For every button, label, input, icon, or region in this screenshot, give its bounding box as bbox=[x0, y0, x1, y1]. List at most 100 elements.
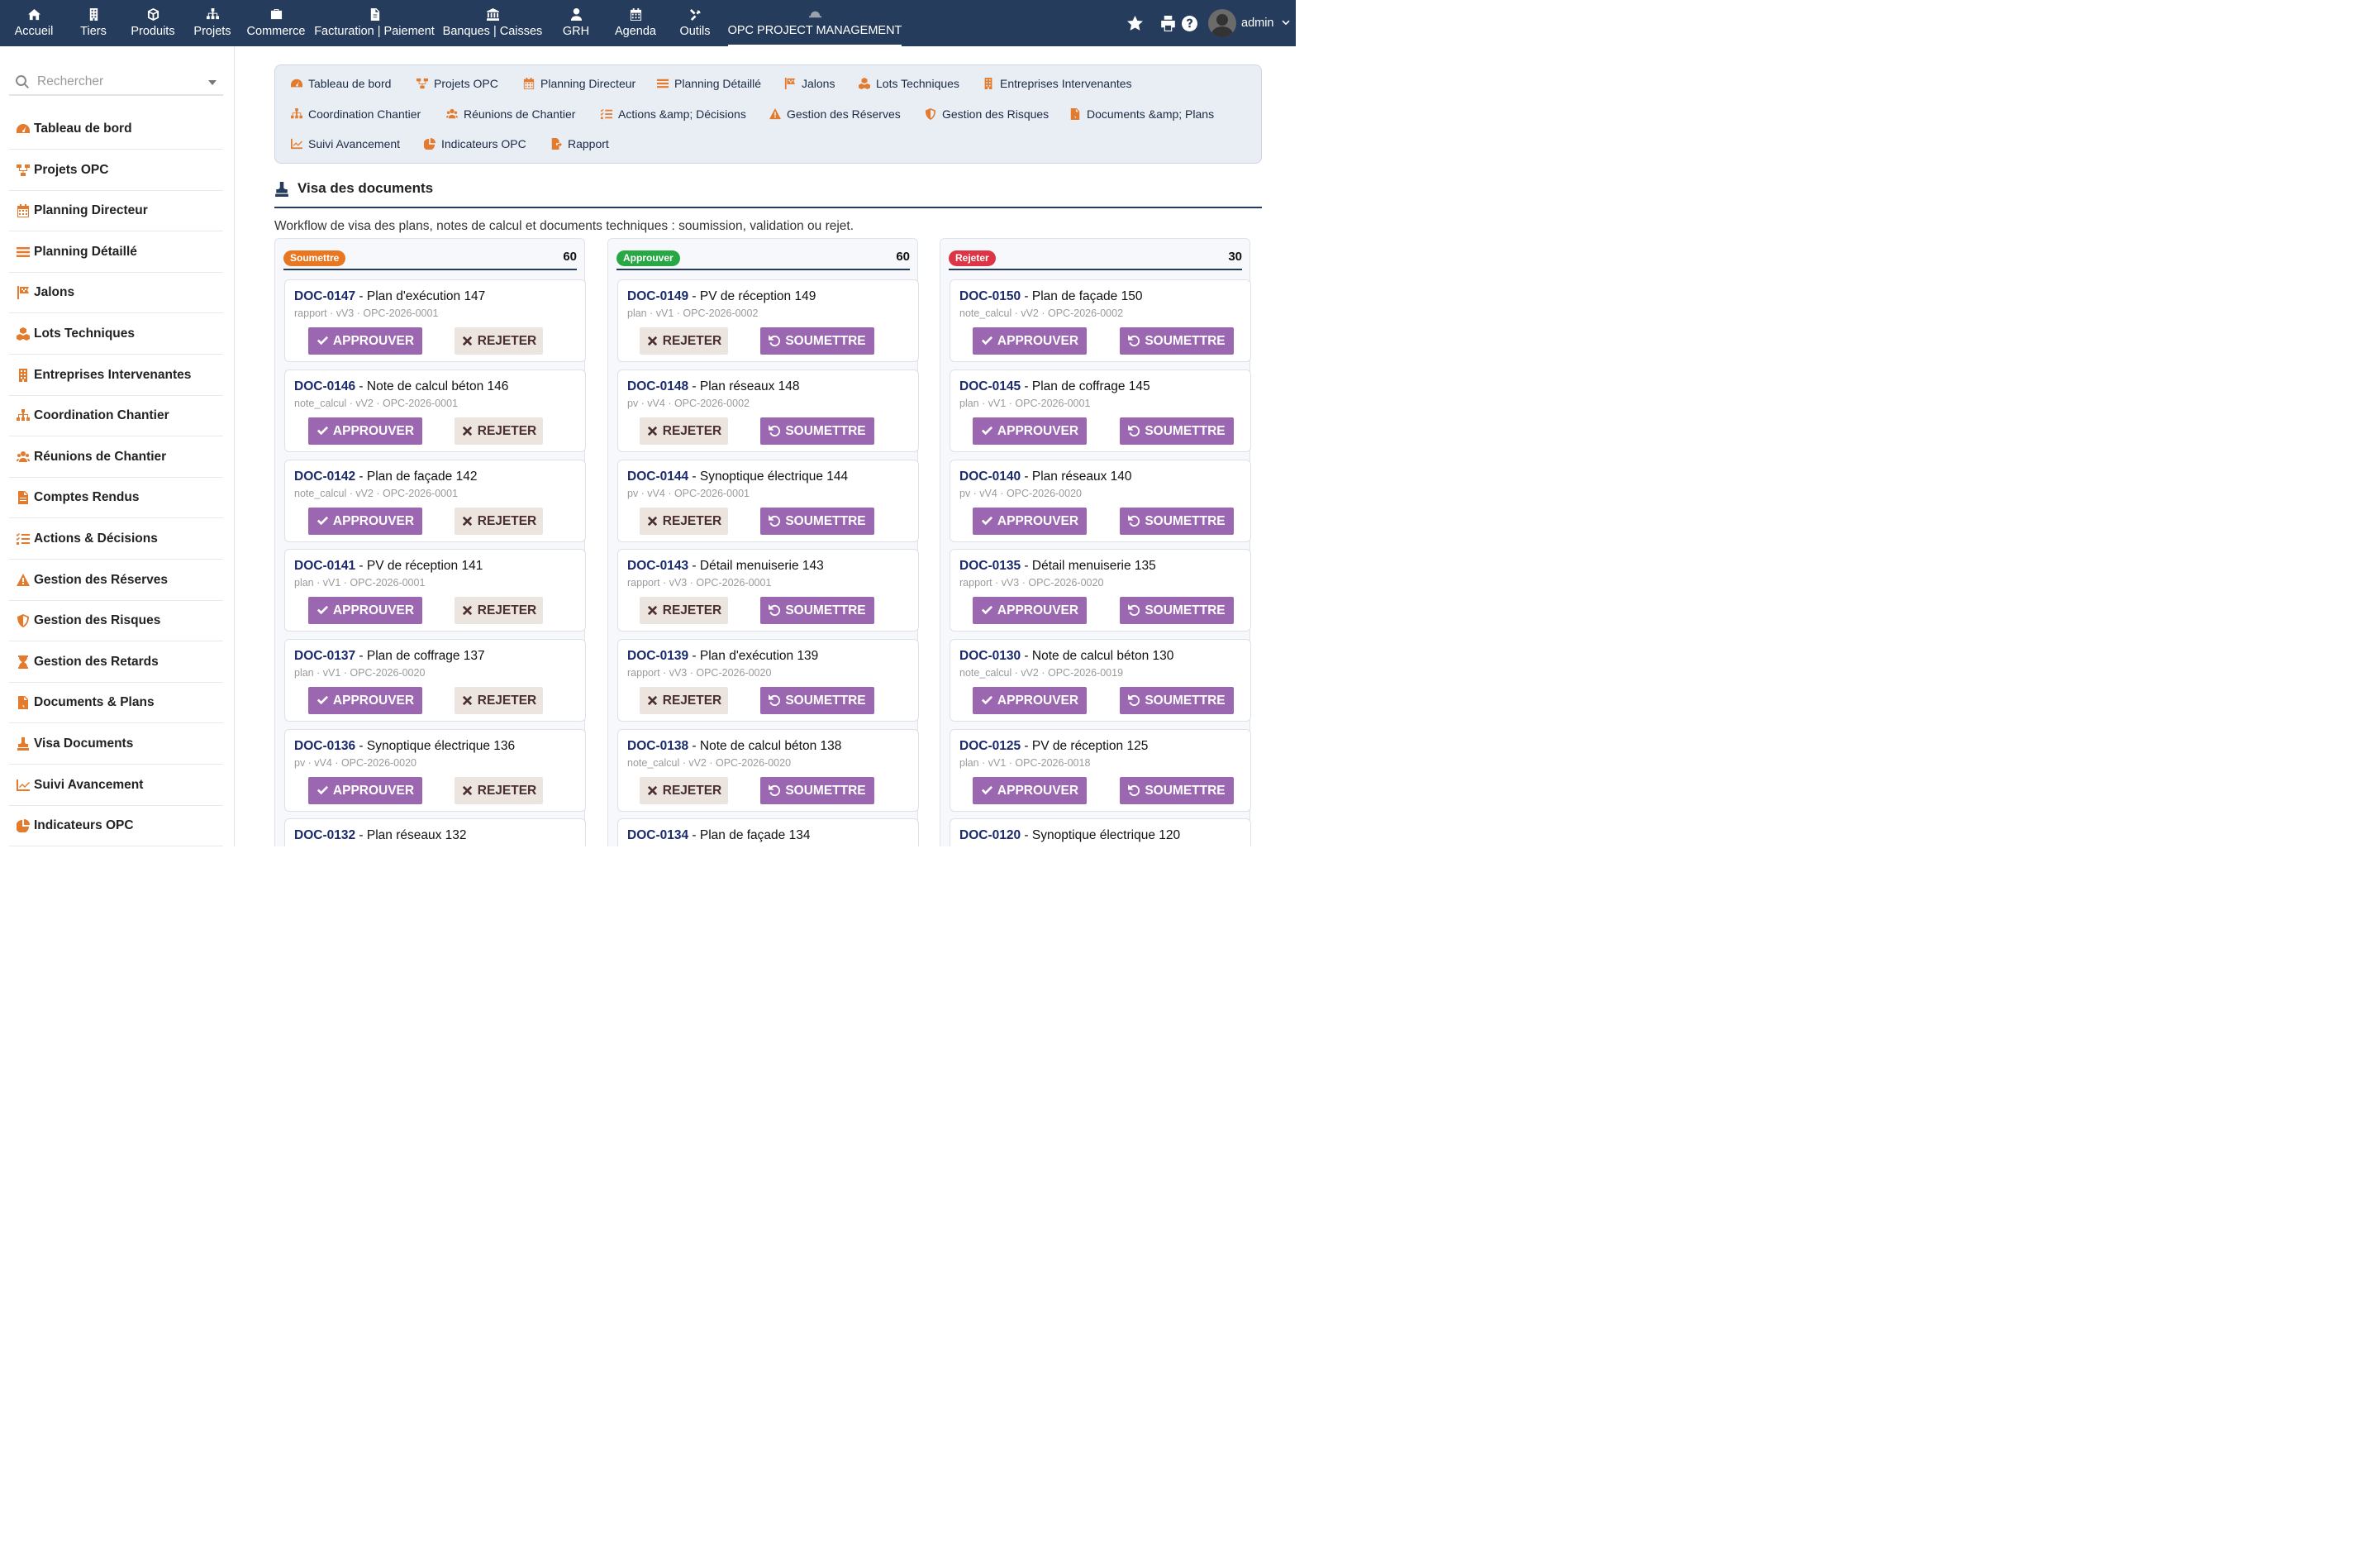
subnav-rapport[interactable]: Rapport bbox=[550, 137, 609, 150]
card-title[interactable]: DOC-0130 - Note de calcul béton 130 bbox=[959, 649, 1173, 664]
sidebar-item-documents-plans[interactable]: Documents & Plans bbox=[9, 682, 223, 723]
card-title[interactable]: DOC-0132 - Plan réseaux 132 bbox=[294, 828, 467, 843]
document-card[interactable]: DOC-0144 - Synoptique électrique 144 pv … bbox=[617, 460, 919, 542]
approve-button[interactable]: APPROUVER bbox=[973, 687, 1087, 714]
card-title[interactable]: DOC-0147 - Plan d'exécution 147 bbox=[294, 289, 485, 304]
card-title[interactable]: DOC-0149 - PV de réception 149 bbox=[627, 289, 816, 304]
card-title[interactable]: DOC-0145 - Plan de coffrage 145 bbox=[959, 379, 1150, 394]
nav-accueil[interactable]: Accueil bbox=[12, 0, 56, 46]
nav-grh[interactable]: GRH bbox=[559, 0, 593, 46]
submit-button[interactable]: SOUMETTRE bbox=[760, 508, 874, 535]
user-menu[interactable]: admin bbox=[1208, 0, 1291, 46]
card-title[interactable]: DOC-0141 - PV de réception 141 bbox=[294, 559, 483, 574]
sidebar-item-tableau-de-bord[interactable]: Tableau de bord bbox=[9, 108, 223, 150]
subnav-documents-plans[interactable]: Documents &amp; Plans bbox=[1069, 107, 1214, 121]
subnav-gestion-des-reserves[interactable]: Gestion des Réserves bbox=[769, 107, 901, 121]
approve-button[interactable]: APPROUVER bbox=[308, 777, 422, 804]
card-title[interactable]: DOC-0148 - Plan réseaux 148 bbox=[627, 379, 800, 394]
sidebar-item-gestion-des-risques[interactable]: Gestion des Risques bbox=[9, 600, 223, 641]
subnav-planning-detaille[interactable]: Planning Détaillé bbox=[657, 77, 761, 90]
card-title[interactable]: DOC-0120 - Synoptique électrique 120 bbox=[959, 828, 1180, 843]
document-card[interactable]: DOC-0134 - Plan de façade 134 bbox=[617, 818, 919, 846]
nav-tiers[interactable]: Tiers bbox=[77, 0, 110, 46]
help-button[interactable] bbox=[1182, 0, 1197, 46]
card-title[interactable]: DOC-0136 - Synoptique électrique 136 bbox=[294, 739, 515, 754]
sidebar-item-gestion-des-retards[interactable]: Gestion des Retards bbox=[9, 641, 223, 683]
sidebar-item-entreprises-intervenantes[interactable]: Entreprises Intervenantes bbox=[9, 355, 223, 396]
document-card[interactable]: DOC-0140 - Plan réseaux 140 pv · vV4 · O… bbox=[950, 460, 1251, 542]
submit-button[interactable]: SOUMETTRE bbox=[760, 597, 874, 624]
sidebar-item-jalons[interactable]: Jalons bbox=[9, 272, 223, 313]
card-title[interactable]: DOC-0144 - Synoptique électrique 144 bbox=[627, 470, 848, 484]
reject-button[interactable]: REJETER bbox=[455, 777, 543, 804]
document-card[interactable]: DOC-0120 - Synoptique électrique 120 bbox=[950, 818, 1251, 846]
reject-button[interactable]: REJETER bbox=[640, 777, 728, 804]
document-card[interactable]: DOC-0142 - Plan de façade 142 note_calcu… bbox=[284, 460, 586, 542]
reject-button[interactable]: REJETER bbox=[455, 597, 543, 624]
nav-agenda[interactable]: Agenda bbox=[612, 0, 659, 46]
subnav-planning-directeur[interactable]: Planning Directeur bbox=[523, 77, 635, 90]
document-card[interactable]: DOC-0147 - Plan d'exécution 147 rapport … bbox=[284, 279, 586, 362]
submit-button[interactable]: SOUMETTRE bbox=[1120, 687, 1234, 714]
document-card[interactable]: DOC-0132 - Plan réseaux 132 bbox=[284, 818, 586, 846]
reject-button[interactable]: REJETER bbox=[640, 508, 728, 535]
card-title[interactable]: DOC-0137 - Plan de coffrage 137 bbox=[294, 649, 485, 664]
search-box[interactable]: Rechercher bbox=[9, 69, 223, 96]
sidebar-item-indicateurs-opc[interactable]: Indicateurs OPC bbox=[9, 805, 223, 846]
sidebar-item-coordination-chantier[interactable]: Coordination Chantier bbox=[9, 395, 223, 436]
reject-button[interactable]: REJETER bbox=[640, 417, 728, 445]
sidebar-item-lots-techniques[interactable]: Lots Techniques bbox=[9, 313, 223, 355]
reject-button[interactable]: REJETER bbox=[455, 417, 543, 445]
sidebar-item-suivi-avancement[interactable]: Suivi Avancement bbox=[9, 765, 223, 806]
approve-button[interactable]: APPROUVER bbox=[973, 597, 1087, 624]
search-input[interactable]: Rechercher bbox=[37, 74, 103, 89]
nav-commerce[interactable]: Commerce bbox=[245, 0, 307, 46]
subnav-lots-techniques[interactable]: Lots Techniques bbox=[859, 77, 959, 90]
document-card[interactable]: DOC-0143 - Détail menuiserie 143 rapport… bbox=[617, 549, 919, 632]
print-button[interactable] bbox=[1160, 0, 1176, 46]
card-title[interactable]: DOC-0146 - Note de calcul béton 146 bbox=[294, 379, 508, 394]
subnav-entreprises-intervenantes[interactable]: Entreprises Intervenantes bbox=[983, 77, 1132, 90]
approve-button[interactable]: APPROUVER bbox=[308, 508, 422, 535]
document-card[interactable]: DOC-0136 - Synoptique électrique 136 pv … bbox=[284, 729, 586, 812]
approve-button[interactable]: APPROUVER bbox=[973, 777, 1087, 804]
reject-button[interactable]: REJETER bbox=[455, 327, 543, 355]
sidebar-item-reunions-de-chantier[interactable]: Réunions de Chantier bbox=[9, 436, 223, 478]
subnav-actions-decisions[interactable]: Actions &amp; Décisions bbox=[601, 107, 746, 121]
approve-button[interactable]: APPROUVER bbox=[973, 508, 1087, 535]
approve-button[interactable]: APPROUVER bbox=[308, 417, 422, 445]
document-card[interactable]: DOC-0125 - PV de réception 125 plan · vV… bbox=[950, 729, 1251, 812]
document-card[interactable]: DOC-0135 - Détail menuiserie 135 rapport… bbox=[950, 549, 1251, 632]
submit-button[interactable]: SOUMETTRE bbox=[760, 327, 874, 355]
document-card[interactable]: DOC-0138 - Note de calcul béton 138 note… bbox=[617, 729, 919, 812]
submit-button[interactable]: SOUMETTRE bbox=[1120, 597, 1234, 624]
reject-button[interactable]: REJETER bbox=[640, 597, 728, 624]
card-title[interactable]: DOC-0138 - Note de calcul béton 138 bbox=[627, 739, 841, 754]
reject-button[interactable]: REJETER bbox=[640, 327, 728, 355]
nav-banques[interactable]: Banques | Caisses bbox=[441, 0, 544, 46]
subnav-reunions-de-chantier[interactable]: Réunions de Chantier bbox=[446, 107, 575, 121]
document-card[interactable]: DOC-0141 - PV de réception 141 plan · vV… bbox=[284, 549, 586, 632]
approve-button[interactable]: APPROUVER bbox=[308, 687, 422, 714]
approve-button[interactable]: APPROUVER bbox=[973, 327, 1087, 355]
card-title[interactable]: DOC-0143 - Détail menuiserie 143 bbox=[627, 559, 824, 574]
caret-down-icon[interactable] bbox=[208, 80, 217, 85]
document-card[interactable]: DOC-0137 - Plan de coffrage 137 plan · v… bbox=[284, 639, 586, 722]
card-title[interactable]: DOC-0140 - Plan réseaux 140 bbox=[959, 470, 1132, 484]
sidebar-item-projets-opc[interactable]: Projets OPC bbox=[9, 150, 223, 191]
sidebar-item-comptes-rendus[interactable]: Comptes Rendus bbox=[9, 477, 223, 518]
subnav-tableau-de-bord[interactable]: Tableau de bord bbox=[291, 77, 391, 90]
nav-facturation[interactable]: Facturation | Paiement bbox=[314, 0, 435, 46]
nav-produits[interactable]: Produits bbox=[128, 0, 178, 46]
reject-button[interactable]: REJETER bbox=[455, 687, 543, 714]
subnav-indicateurs-opc[interactable]: Indicateurs OPC bbox=[424, 137, 526, 150]
document-card[interactable]: DOC-0145 - Plan de coffrage 145 plan · v… bbox=[950, 369, 1251, 452]
subnav-suivi-avancement[interactable]: Suivi Avancement bbox=[291, 137, 400, 150]
reject-button[interactable]: REJETER bbox=[640, 687, 728, 714]
approve-button[interactable]: APPROUVER bbox=[973, 417, 1087, 445]
sidebar-item-planning-directeur[interactable]: Planning Directeur bbox=[9, 190, 223, 231]
subnav-gestion-des-risques[interactable]: Gestion des Risques bbox=[925, 107, 1049, 121]
card-title[interactable]: DOC-0125 - PV de réception 125 bbox=[959, 739, 1148, 754]
document-card[interactable]: DOC-0149 - PV de réception 149 plan · vV… bbox=[617, 279, 919, 362]
sidebar-item-planning-detaille[interactable]: Planning Détaillé bbox=[9, 231, 223, 273]
